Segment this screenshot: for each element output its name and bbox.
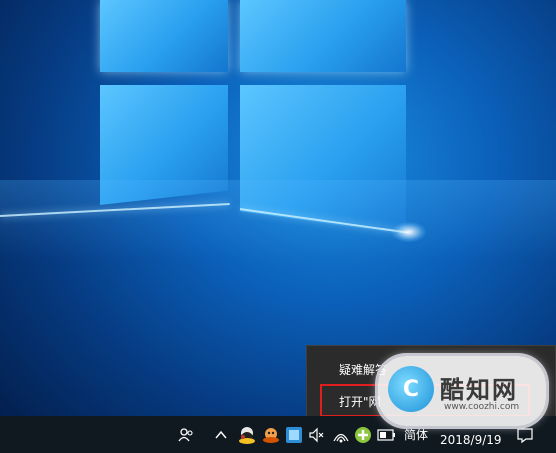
watermark-logo-icon: C [388, 366, 434, 412]
light-floor [0, 180, 556, 260]
network-icon[interactable] [330, 424, 352, 446]
watermark: C 酷知网 www.coozhi.com [378, 356, 546, 426]
clock-date[interactable]: 2018/9/19 [440, 433, 502, 447]
desktop: 疑难解答 打开"网 简体 2018/9/19 C 酷知网 www.coozhi.… [0, 0, 556, 453]
windows-logo-pane-top-right [240, 0, 406, 72]
people-icon[interactable] [175, 424, 197, 446]
watermark-url: www.coozhi.com [444, 402, 520, 412]
qq-app-icon[interactable] [236, 424, 258, 446]
chevron-up-icon[interactable] [210, 424, 232, 446]
qq-app-icon-2[interactable] [260, 424, 282, 446]
action-center-icon[interactable] [514, 424, 536, 446]
app-tray-icon[interactable] [283, 424, 305, 446]
security-app-icon[interactable] [352, 424, 374, 446]
ime-indicator[interactable]: 简体 [404, 426, 428, 443]
watermark-name: 酷知网 [440, 376, 518, 404]
light-flare [392, 222, 426, 242]
windows-logo-pane-top-left [100, 0, 228, 72]
volume-muted-icon[interactable] [306, 424, 328, 446]
battery-icon[interactable] [376, 424, 398, 446]
